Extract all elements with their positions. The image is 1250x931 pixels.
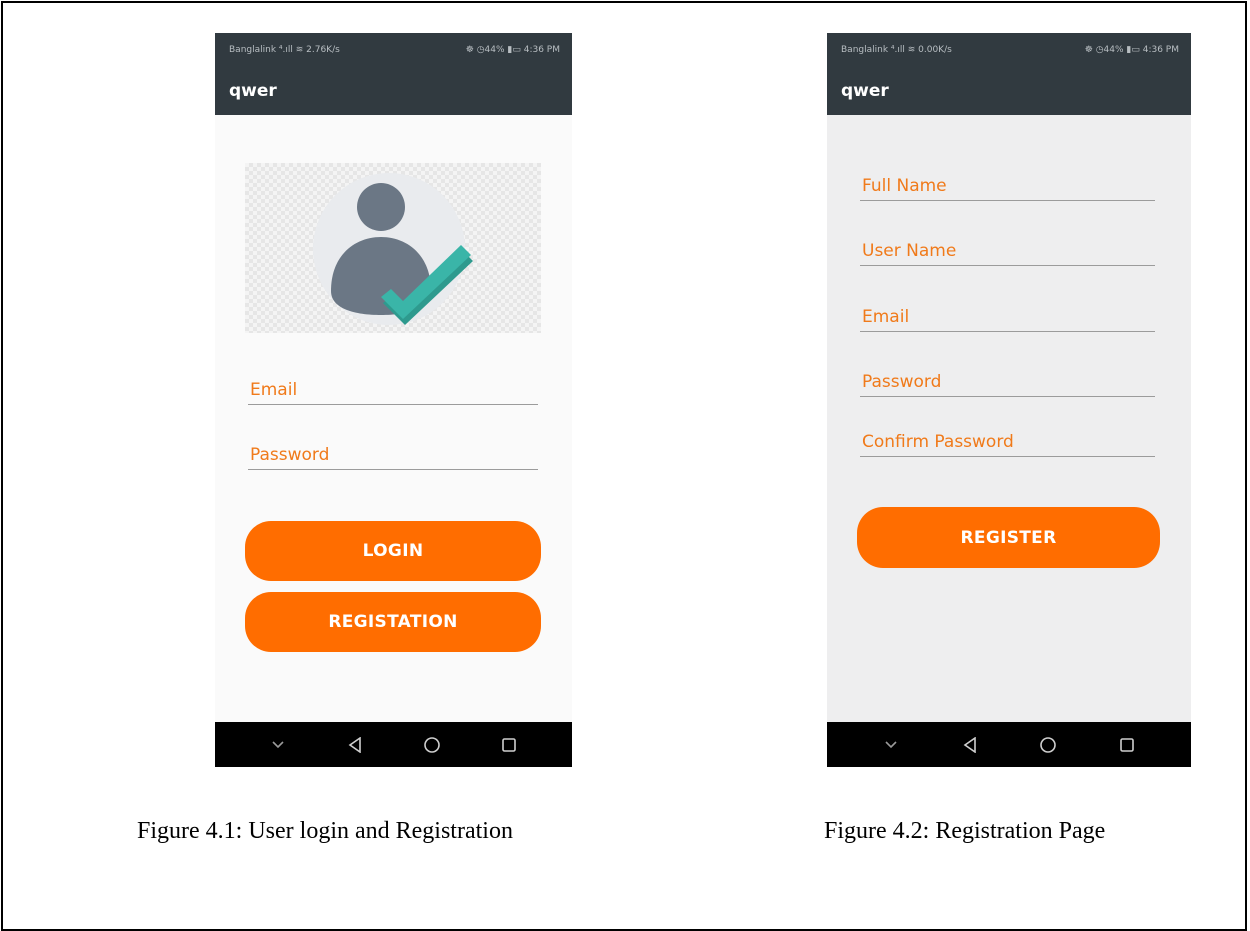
login-screen: Banglalink ⁴.ıll ≋ 2.76K/s ☸ ◷44% ▮▭ 4:3… bbox=[215, 33, 572, 767]
app-bar: qwer bbox=[827, 67, 1191, 115]
figure-caption-1: Figure 4.1: User login and Registration bbox=[137, 818, 513, 844]
password-placeholder: Password bbox=[250, 445, 330, 465]
register-button[interactable]: REGISTER bbox=[857, 507, 1160, 568]
home-icon[interactable] bbox=[1033, 730, 1063, 760]
confirm-password-field[interactable]: Confirm Password bbox=[860, 427, 1155, 457]
full-name-field[interactable]: Full Name bbox=[860, 171, 1155, 201]
back-icon[interactable] bbox=[340, 730, 370, 760]
status-right: ☸ ◷44% ▮▭ 4:36 PM bbox=[1084, 45, 1179, 55]
password-field[interactable]: Password bbox=[860, 367, 1155, 397]
back-icon[interactable] bbox=[955, 730, 985, 760]
register-button-label: REGISTER bbox=[960, 527, 1057, 548]
user-name-placeholder: User Name bbox=[862, 241, 957, 261]
login-button[interactable]: LOGIN bbox=[245, 521, 541, 581]
app-title: qwer bbox=[841, 81, 889, 101]
user-check-icon bbox=[313, 173, 473, 325]
full-name-placeholder: Full Name bbox=[862, 176, 947, 196]
status-bar: Banglalink ⁴.ıll ≋ 2.76K/s ☸ ◷44% ▮▭ 4:3… bbox=[215, 33, 572, 67]
email-placeholder: Email bbox=[862, 307, 910, 327]
recents-icon[interactable] bbox=[494, 730, 524, 760]
password-field[interactable]: Password bbox=[248, 440, 538, 470]
confirm-password-placeholder: Confirm Password bbox=[862, 432, 1014, 452]
home-icon[interactable] bbox=[417, 730, 447, 760]
user-name-field[interactable]: User Name bbox=[860, 236, 1155, 266]
status-left: Banglalink ⁴.ıll ≋ 2.76K/s bbox=[229, 45, 340, 55]
avatar-image bbox=[245, 163, 541, 333]
chevron-down-icon[interactable] bbox=[263, 730, 293, 760]
email-placeholder: Email bbox=[250, 380, 298, 400]
nav-bar bbox=[827, 722, 1191, 767]
registration-button[interactable]: REGISTATION bbox=[245, 592, 541, 652]
app-bar: qwer bbox=[215, 67, 572, 115]
app-title: qwer bbox=[229, 81, 277, 101]
password-placeholder: Password bbox=[862, 372, 942, 392]
status-bar: Banglalink ⁴.ıll ≋ 0.00K/s ☸ ◷44% ▮▭ 4:3… bbox=[827, 33, 1191, 67]
nav-bar bbox=[215, 722, 572, 767]
email-field[interactable]: Email bbox=[248, 375, 538, 405]
status-left: Banglalink ⁴.ıll ≋ 0.00K/s bbox=[841, 45, 952, 55]
chevron-down-icon[interactable] bbox=[876, 730, 906, 760]
registration-screen: Banglalink ⁴.ıll ≋ 0.00K/s ☸ ◷44% ▮▭ 4:3… bbox=[827, 33, 1191, 767]
email-field[interactable]: Email bbox=[860, 302, 1155, 332]
recents-icon[interactable] bbox=[1112, 730, 1142, 760]
registration-button-label: REGISTATION bbox=[328, 612, 458, 632]
login-button-label: LOGIN bbox=[362, 541, 424, 561]
status-right: ☸ ◷44% ▮▭ 4:36 PM bbox=[465, 45, 560, 55]
figure-caption-2: Figure 4.2: Registration Page bbox=[824, 818, 1106, 844]
